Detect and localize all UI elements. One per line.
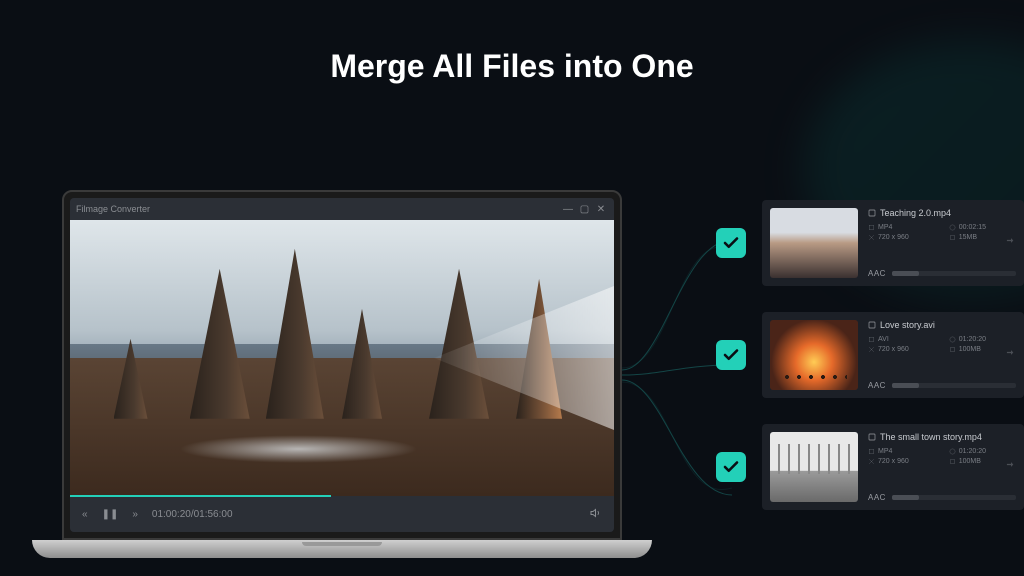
- laptop-base: [32, 540, 652, 558]
- convert-arrow-icon[interactable]: [1004, 346, 1018, 365]
- codec-label: AAC: [868, 269, 886, 278]
- laptop-bezel: Filmage Converter — ▢ ✕: [62, 190, 622, 540]
- film-icon: [868, 321, 876, 329]
- laptop-mockup: Filmage Converter — ▢ ✕: [62, 190, 622, 558]
- hero-title: Merge All Files into One: [0, 48, 1024, 85]
- file-thumbnail: [770, 320, 858, 390]
- file-resolution: 720 x 960: [878, 234, 909, 241]
- resolution-icon: [868, 234, 875, 241]
- pause-button[interactable]: ❚❚: [102, 509, 119, 520]
- film-icon: [868, 209, 876, 217]
- codec-progress: [892, 383, 1016, 388]
- file-list: Teaching 2.0.mp4 MP4 00:02:15 720 x 960 …: [716, 200, 1024, 510]
- size-icon: [949, 234, 956, 241]
- file-size: 15MB: [959, 234, 977, 241]
- file-thumbnail: [770, 432, 858, 502]
- app-title: Filmage Converter: [76, 204, 150, 214]
- resolution-icon: [868, 458, 875, 465]
- size-icon: [949, 346, 956, 353]
- resolution-icon: [868, 346, 875, 353]
- file-format: MP4: [878, 224, 892, 231]
- file-duration: 00:02:15: [959, 224, 986, 231]
- convert-arrow-icon[interactable]: [1004, 234, 1018, 253]
- convert-arrow-icon[interactable]: [1004, 458, 1018, 477]
- maximize-button[interactable]: ▢: [577, 204, 591, 215]
- skip-forward-button[interactable]: »: [132, 509, 138, 520]
- file-card[interactable]: The small town story.mp4 MP4 01:20:20 72…: [762, 424, 1024, 510]
- file-size: 100MB: [959, 458, 981, 465]
- film-icon: [868, 433, 876, 441]
- close-button[interactable]: ✕: [594, 204, 608, 215]
- clock-icon: [949, 336, 956, 343]
- file-checkbox[interactable]: [716, 340, 746, 370]
- format-icon: [868, 336, 875, 343]
- app-titlebar: Filmage Converter — ▢ ✕: [70, 198, 614, 220]
- file-size: 100MB: [959, 346, 981, 353]
- file-title: Love story.avi: [880, 320, 935, 330]
- volume-button[interactable]: [590, 507, 602, 522]
- size-icon: [949, 458, 956, 465]
- file-title: Teaching 2.0.mp4: [880, 208, 951, 218]
- window-controls: — ▢ ✕: [561, 204, 608, 215]
- format-icon: [868, 448, 875, 455]
- video-preview[interactable]: [70, 220, 614, 496]
- app-window: Filmage Converter — ▢ ✕: [70, 198, 614, 532]
- file-thumbnail: [770, 208, 858, 278]
- file-title: The small town story.mp4: [880, 432, 982, 442]
- file-row: Love story.avi AVI 01:20:20 720 x 960 10…: [716, 312, 1024, 398]
- file-card[interactable]: Love story.avi AVI 01:20:20 720 x 960 10…: [762, 312, 1024, 398]
- file-resolution: 720 x 960: [878, 458, 909, 465]
- file-format: MP4: [878, 448, 892, 455]
- file-format: AVI: [878, 336, 889, 343]
- file-duration: 01:20:20: [959, 448, 986, 455]
- codec-label: AAC: [868, 493, 886, 502]
- codec-label: AAC: [868, 381, 886, 390]
- file-checkbox[interactable]: [716, 452, 746, 482]
- file-meta: Love story.avi AVI 01:20:20 720 x 960 10…: [868, 320, 1016, 390]
- file-resolution: 720 x 960: [878, 346, 909, 353]
- file-duration: 01:20:20: [959, 336, 986, 343]
- clock-icon: [949, 448, 956, 455]
- timecode: 01:00:20/01:56:00: [152, 509, 233, 520]
- codec-progress: [892, 495, 1016, 500]
- progress-bar[interactable]: [70, 495, 331, 497]
- format-icon: [868, 224, 875, 231]
- file-checkbox[interactable]: [716, 228, 746, 258]
- file-row: Teaching 2.0.mp4 MP4 00:02:15 720 x 960 …: [716, 200, 1024, 286]
- clock-icon: [949, 224, 956, 231]
- codec-progress: [892, 271, 1016, 276]
- playback-controls: « ❚❚ » 01:00:20/01:56:00: [70, 496, 614, 532]
- file-card[interactable]: Teaching 2.0.mp4 MP4 00:02:15 720 x 960 …: [762, 200, 1024, 286]
- file-meta: Teaching 2.0.mp4 MP4 00:02:15 720 x 960 …: [868, 208, 1016, 278]
- minimize-button[interactable]: —: [561, 204, 575, 215]
- file-row: The small town story.mp4 MP4 01:20:20 72…: [716, 424, 1024, 510]
- file-meta: The small town story.mp4 MP4 01:20:20 72…: [868, 432, 1016, 502]
- skip-back-button[interactable]: «: [82, 509, 88, 520]
